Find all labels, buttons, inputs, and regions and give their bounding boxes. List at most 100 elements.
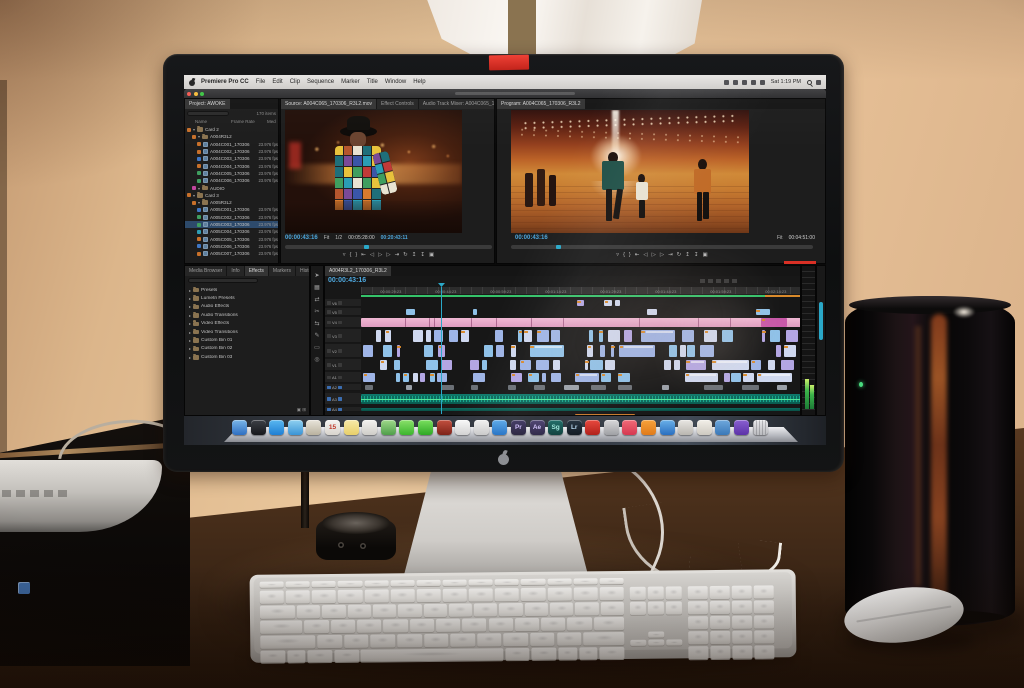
timeline-clip[interactable] bbox=[553, 360, 560, 370]
column-header-media[interactable]: Med bbox=[267, 119, 276, 124]
step-forward-button[interactable]: ▷ bbox=[660, 251, 664, 259]
disclosure-triangle[interactable]: ▸ bbox=[189, 304, 191, 309]
timeline-clip[interactable] bbox=[781, 360, 793, 370]
dock-icon-app-store[interactable] bbox=[492, 420, 507, 435]
project-bin-row[interactable]: ▾A004R3L2 bbox=[185, 133, 279, 140]
timeline-clip[interactable] bbox=[530, 345, 564, 357]
dock-icon-finder[interactable] bbox=[232, 420, 247, 435]
timeline-clip[interactable] bbox=[470, 360, 479, 370]
disclosure-triangle[interactable]: ▸ bbox=[189, 321, 191, 326]
program-scrubber[interactable] bbox=[511, 245, 813, 249]
timeline-clip[interactable] bbox=[406, 309, 415, 315]
effects-bin-row[interactable]: ▸Custom Bin 01 bbox=[185, 336, 310, 344]
timeline-clip[interactable] bbox=[704, 385, 723, 390]
timeline-clip[interactable] bbox=[397, 345, 400, 357]
status-icon[interactable] bbox=[742, 80, 747, 85]
timeline-clip[interactable] bbox=[524, 330, 532, 342]
timeline-clip[interactable] bbox=[534, 385, 545, 390]
timeline-clip[interactable] bbox=[551, 330, 560, 342]
track-header-V4[interactable]: V4 bbox=[325, 317, 361, 328]
project-clip-row[interactable]: A005C006_17030623.976 fps bbox=[185, 243, 279, 250]
menu-marker[interactable]: Marker bbox=[341, 79, 360, 85]
step-back-button[interactable]: ◁ bbox=[643, 251, 647, 259]
step-back-button[interactable]: ◁ bbox=[370, 251, 374, 259]
status-icon[interactable] bbox=[733, 80, 738, 85]
dock-icon-safari[interactable] bbox=[269, 420, 284, 435]
dock-icon-contacts[interactable] bbox=[306, 420, 321, 435]
timeline-clip[interactable] bbox=[669, 345, 676, 357]
track-header-V2[interactable]: V2 bbox=[325, 344, 361, 358]
tab-info[interactable]: Info bbox=[227, 266, 243, 276]
dock-icon-iphone-sim[interactable] bbox=[604, 420, 619, 435]
track-header-A3[interactable]: A3 bbox=[325, 393, 361, 405]
dock-icon-creative-cloud[interactable] bbox=[585, 420, 600, 435]
timeline-playhead[interactable] bbox=[441, 287, 442, 414]
timeline-clip[interactable] bbox=[608, 330, 620, 342]
dock-icon-facetime[interactable] bbox=[418, 420, 433, 435]
razor-tool[interactable]: ✂ bbox=[314, 308, 319, 315]
timeline-clip[interactable] bbox=[441, 385, 454, 390]
mark-out-button[interactable]: } bbox=[629, 251, 631, 259]
track-lock-toggle[interactable] bbox=[327, 321, 331, 325]
timeline-clip[interactable] bbox=[413, 373, 418, 382]
timeline-clip[interactable] bbox=[551, 373, 561, 382]
timeline-clip[interactable] bbox=[662, 385, 669, 390]
timeline-clip[interactable] bbox=[426, 360, 439, 370]
timeline-clip[interactable] bbox=[761, 318, 787, 327]
timeline-clip[interactable] bbox=[420, 373, 425, 382]
timeline-clip[interactable] bbox=[605, 360, 615, 370]
status-icon[interactable] bbox=[724, 80, 729, 85]
timeline-clip[interactable] bbox=[564, 385, 579, 390]
disclosure-triangle[interactable]: ▸ bbox=[189, 330, 191, 335]
timeline-clip[interactable] bbox=[473, 373, 485, 382]
extract-button[interactable]: ↧ bbox=[694, 251, 699, 259]
project-clip-row[interactable]: A004C001_17030623.976 fps bbox=[185, 141, 279, 148]
track-header-V1[interactable]: V1 bbox=[325, 359, 361, 371]
horizontal-scrollbar[interactable] bbox=[575, 414, 635, 416]
track-header-V5[interactable]: V5 bbox=[325, 308, 361, 316]
disclosure-triangle[interactable]: ▸ bbox=[189, 346, 191, 351]
effects-bin-row[interactable]: ▸Custom Bin 02 bbox=[185, 345, 310, 353]
timeline-clip[interactable] bbox=[363, 345, 373, 357]
zoom-tool[interactable]: ◎ bbox=[314, 356, 319, 363]
add-marker-button[interactable]: ▿ bbox=[343, 251, 346, 259]
timeline-clip[interactable] bbox=[762, 330, 766, 342]
timeline-clip[interactable] bbox=[700, 345, 714, 357]
status-icon[interactable] bbox=[760, 80, 765, 85]
track-select-tool[interactable]: ▦ bbox=[314, 284, 320, 291]
timeline-vertical-scrollbar[interactable] bbox=[816, 265, 826, 416]
timeline-clip[interactable] bbox=[536, 360, 549, 370]
timeline-clip[interactable] bbox=[473, 309, 477, 315]
timeline-clip[interactable] bbox=[426, 330, 431, 342]
menu-clip[interactable]: Clip bbox=[290, 79, 300, 85]
project-clip-row[interactable]: A005C004_17030623.976 fps bbox=[185, 228, 279, 235]
export-frame-button[interactable]: ▣ bbox=[703, 251, 708, 259]
timeline-clip[interactable] bbox=[674, 360, 680, 370]
lift-button[interactable]: ↥ bbox=[412, 251, 417, 259]
column-header-frame-rate[interactable]: Frame Rate bbox=[231, 119, 255, 124]
dock-icon-game-center[interactable] bbox=[678, 420, 693, 435]
dock-icon-browser[interactable] bbox=[660, 420, 675, 435]
timeline-clip[interactable] bbox=[685, 373, 718, 382]
timeline-clip[interactable] bbox=[680, 345, 686, 357]
timeline-clip[interactable] bbox=[577, 300, 584, 306]
disclosure-triangle[interactable]: ▾ bbox=[193, 193, 195, 198]
notification-center-icon[interactable] bbox=[816, 80, 821, 85]
go-to-out-button[interactable]: ⇥ bbox=[395, 251, 400, 259]
timeline-clip[interactable] bbox=[587, 345, 592, 357]
dock-icon-speedgrade[interactable]: Sg bbox=[548, 420, 563, 435]
app-name[interactable]: Premiere Pro CC bbox=[201, 79, 249, 85]
project-clip-row[interactable]: A005C005_17030623.976 fps bbox=[185, 236, 279, 243]
track-output-toggle[interactable] bbox=[338, 363, 342, 367]
disclosure-triangle[interactable]: ▸ bbox=[189, 296, 191, 301]
track-header-A1[interactable]: A1 bbox=[325, 372, 361, 383]
dock-icon-premiere[interactable]: Pr bbox=[511, 420, 526, 435]
dock-icon-reminders[interactable] bbox=[362, 420, 377, 435]
ripple-edit-tool[interactable]: ⇄ bbox=[314, 296, 319, 303]
timeline-clip[interactable] bbox=[647, 309, 657, 315]
tab-program[interactable]: Program: A004C065_170306_R3L2 bbox=[497, 99, 585, 109]
timeline-clip[interactable] bbox=[743, 373, 755, 382]
track-output-toggle[interactable] bbox=[338, 301, 342, 305]
timeline-clip[interactable] bbox=[511, 373, 522, 382]
dock-icon-itunes[interactable] bbox=[474, 420, 489, 435]
